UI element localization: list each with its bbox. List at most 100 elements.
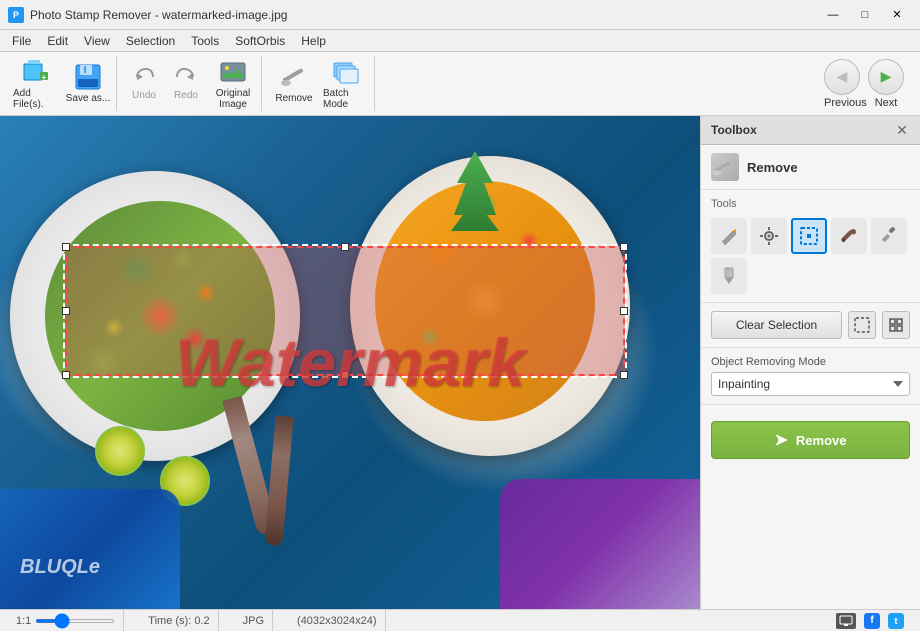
toolbar: + Add File(s). Save as... [0, 52, 920, 116]
zoom-slider[interactable] [35, 619, 115, 623]
format-label: JPG [243, 615, 264, 627]
handle-mr[interactable] [620, 307, 628, 315]
remove-action-label: Remove [796, 433, 847, 448]
original-image-label: Original Image [210, 88, 256, 110]
remove-section-icon [711, 153, 739, 181]
svg-text:+: + [42, 73, 47, 82]
menu-softorbis[interactable]: SoftOrbis [227, 30, 293, 51]
handle-bc[interactable] [341, 371, 349, 379]
menu-bar: File Edit View Selection Tools SoftOrbis… [0, 30, 920, 52]
tools-section: Tools [701, 190, 920, 303]
social-section: f t [828, 610, 912, 631]
time-section: Time (s): 0.2 [140, 610, 218, 631]
canvas-area[interactable]: BLUQLe Watermark [0, 116, 700, 609]
app-icon: P [8, 7, 24, 23]
toolbar-remove-group: Remove Batch Mode [266, 56, 375, 111]
main-area: BLUQLe Watermark Toolbo [0, 116, 920, 609]
close-button[interactable]: ✕ [882, 5, 912, 25]
handle-tl[interactable] [62, 243, 70, 251]
remove-action-button[interactable]: ➤ Remove [711, 421, 910, 459]
dimensions-label: (4032x3024x24) [297, 615, 377, 627]
next-button[interactable]: ▶ [868, 59, 904, 95]
time-label: Time (s): 0.2 [148, 615, 209, 627]
handle-ml[interactable] [62, 307, 70, 315]
menu-file[interactable]: File [4, 30, 39, 51]
remove-section-title: Remove [747, 160, 798, 175]
mini-expand-button[interactable] [882, 311, 910, 339]
previous-button[interactable]: ◀ [824, 59, 860, 95]
redo-button[interactable]: Redo [167, 58, 205, 110]
toolbox-panel: Toolbox ✕ Remove Tools [700, 116, 920, 609]
lime-1 [95, 426, 145, 476]
food-image: BLUQLe Watermark [0, 116, 700, 609]
minimize-button[interactable]: — [818, 5, 848, 25]
toolbox-header: Toolbox ✕ [701, 116, 920, 145]
window-title: Photo Stamp Remover - watermarked-image.… [30, 8, 818, 22]
previous-label: Previous [824, 97, 860, 109]
remove-label: Remove [275, 93, 312, 104]
icon-monitor[interactable] [836, 613, 856, 629]
remove-icon [280, 63, 308, 91]
dimensions-section: (4032x3024x24) [289, 610, 386, 631]
mode-label: Object Removing Mode [711, 356, 910, 368]
next-label: Next [868, 97, 904, 109]
title-bar: P Photo Stamp Remover - watermarked-imag… [0, 0, 920, 30]
wrench-tool-button[interactable] [831, 218, 867, 254]
handle-tc[interactable] [341, 243, 349, 251]
save-as-icon [74, 63, 102, 91]
original-image-icon [219, 58, 247, 86]
nav-labels: Previous Next [824, 97, 904, 109]
add-files-label: Add File(s). [13, 88, 59, 110]
watermark-selection[interactable] [65, 246, 625, 376]
handle-tr[interactable] [620, 243, 628, 251]
nav-section: ◀ ▶ Previous Next [824, 59, 912, 109]
next-arrow: ▶ [881, 68, 892, 85]
remove-section-header: Remove [701, 145, 920, 190]
icon-facebook[interactable]: f [864, 613, 880, 629]
mode-dropdown[interactable]: Inpainting Content-Aware Fill Smear [711, 372, 910, 396]
add-files-icon: + [22, 58, 50, 86]
icon-twitter[interactable]: t [888, 613, 904, 629]
menu-selection[interactable]: Selection [118, 30, 183, 51]
batch-mode-icon [332, 58, 360, 86]
pencil-tool-button[interactable] [711, 218, 747, 254]
tools-section-title: Tools [711, 198, 910, 210]
remove-button[interactable]: Remove [270, 58, 318, 110]
format-section: JPG [235, 610, 273, 631]
selection-tool-button[interactable] [791, 218, 827, 254]
handle-br[interactable] [620, 371, 628, 379]
undo-button[interactable]: Undo [125, 58, 163, 110]
handle-bl[interactable] [62, 371, 70, 379]
toolbar-file-group: + Add File(s). Save as... [8, 56, 117, 111]
undo-label: Undo [132, 90, 156, 101]
menu-view[interactable]: View [76, 30, 118, 51]
status-bar: 1:1 Time (s): 0.2 JPG (4032x3024x24) f t [0, 609, 920, 631]
toolbar-edit-group: Undo Redo Original Image [121, 56, 262, 111]
mini-select-button[interactable] [848, 311, 876, 339]
tools-row [711, 218, 910, 294]
save-as-button[interactable]: Save as... [64, 58, 112, 110]
redo-label: Redo [174, 90, 198, 101]
window-controls: — □ ✕ [818, 5, 912, 25]
nav-buttons: ◀ ▶ [824, 59, 904, 95]
toolbox-close-button[interactable]: ✕ [894, 122, 910, 138]
batch-mode-label: Batch Mode [323, 88, 369, 110]
brush-tool-button[interactable] [751, 218, 787, 254]
batch-mode-button[interactable]: Batch Mode [322, 58, 370, 110]
stamp-tool-button[interactable] [871, 218, 907, 254]
remove-arrow-icon: ➤ [775, 430, 788, 450]
maximize-button[interactable]: □ [850, 5, 880, 25]
menu-tools[interactable]: Tools [183, 30, 227, 51]
clear-selection-button[interactable]: Clear Selection [711, 311, 842, 339]
eraser-tool-button[interactable] [711, 258, 747, 294]
save-as-label: Save as... [66, 93, 110, 104]
redo-icon [175, 66, 197, 88]
menu-edit[interactable]: Edit [39, 30, 76, 51]
pink-area [500, 479, 700, 609]
original-image-button[interactable]: Original Image [209, 58, 257, 110]
zoom-section: 1:1 [8, 610, 124, 631]
add-files-button[interactable]: + Add File(s). [12, 58, 60, 110]
menu-help[interactable]: Help [293, 30, 334, 51]
selection-section: Clear Selection [701, 303, 920, 348]
undo-icon [133, 66, 155, 88]
